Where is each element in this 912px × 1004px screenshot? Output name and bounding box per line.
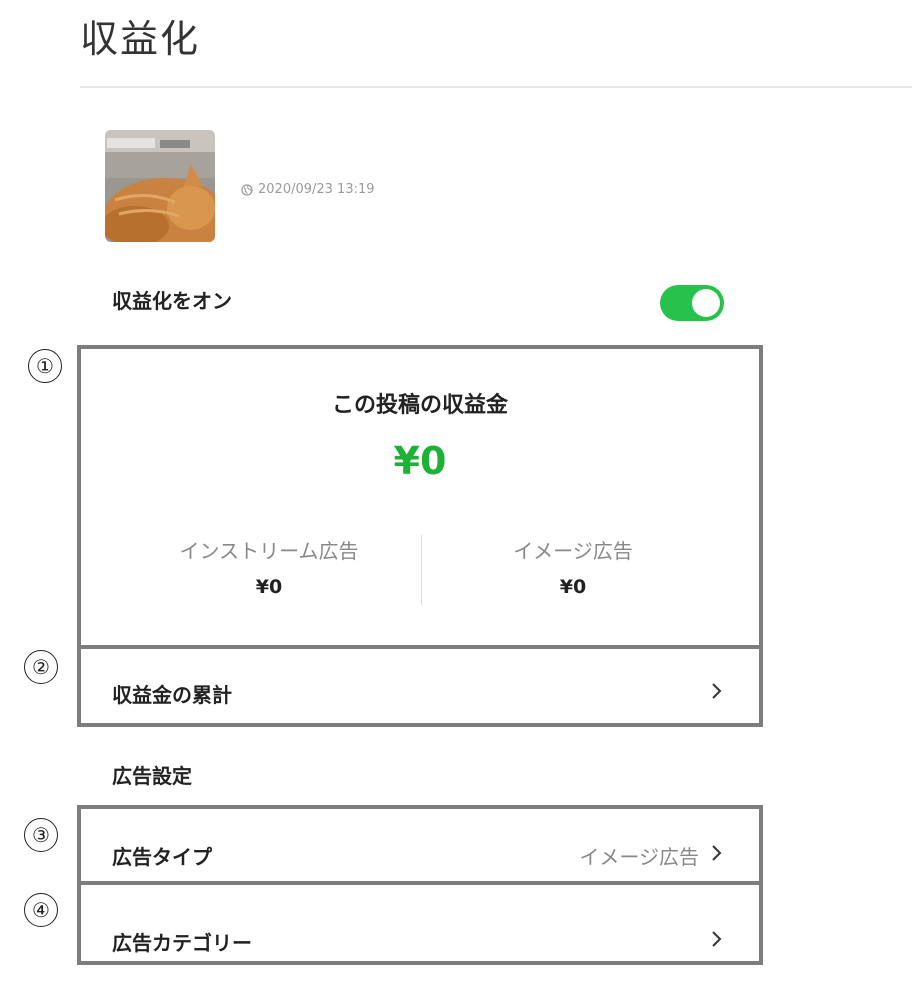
cat-photo-thumbnail (105, 130, 215, 242)
revenue-title: この投稿の収益金 (331, 393, 508, 418)
post-timestamp: 2020/09/23 13:19 (258, 182, 375, 197)
callout-2: ② (24, 650, 58, 684)
breakdown-divider (421, 535, 422, 605)
cumulative-revenue-label: 収益金の累計 (112, 683, 232, 707)
ad-category-row[interactable]: 広告カテゴリー (77, 881, 763, 965)
image-ad-label: イメージ広告 (513, 539, 633, 563)
toggle-knob (692, 289, 720, 317)
instream-ad-label: インストリーム広告 (179, 539, 359, 563)
globe-icon (241, 183, 253, 196)
revenue-total: ¥0 (393, 439, 447, 483)
ad-settings-heading: 広告設定 (112, 764, 192, 788)
ad-type-row[interactable]: 広告タイプ イメージ広告 (77, 805, 763, 885)
image-ad-value: ¥0 (559, 576, 587, 598)
monetize-toggle[interactable] (660, 285, 724, 321)
post-thumbnail[interactable] (105, 130, 215, 242)
callout-1: ① (28, 349, 62, 383)
image-ad-revenue: イメージ広告 ¥0 (443, 535, 703, 598)
post-meta: 2020/09/23 13:19 (241, 182, 375, 197)
chevron-right-icon (712, 845, 722, 861)
instream-ad-value: ¥0 (255, 576, 283, 598)
revenue-panel: この投稿の収益金 ¥0 インストリーム広告 ¥0 イメージ広告 ¥0 (77, 345, 763, 649)
chevron-right-icon (712, 931, 722, 947)
revenue-breakdown: インストリーム広告 ¥0 イメージ広告 ¥0 (81, 535, 759, 605)
monetize-toggle-label: 収益化をオン (112, 289, 232, 313)
ad-category-label: 広告カテゴリー (112, 931, 252, 955)
chevron-right-icon (712, 683, 722, 699)
page-title: 収益化 (80, 17, 201, 61)
cumulative-revenue-row[interactable]: 収益金の累計 (77, 645, 763, 727)
title-divider (80, 86, 912, 88)
ad-type-label: 広告タイプ (112, 845, 212, 869)
ad-type-value: イメージ広告 (579, 845, 699, 869)
callout-3: ③ (24, 818, 58, 852)
callout-4: ④ (24, 893, 58, 927)
instream-ad-revenue: インストリーム広告 ¥0 (139, 535, 399, 598)
